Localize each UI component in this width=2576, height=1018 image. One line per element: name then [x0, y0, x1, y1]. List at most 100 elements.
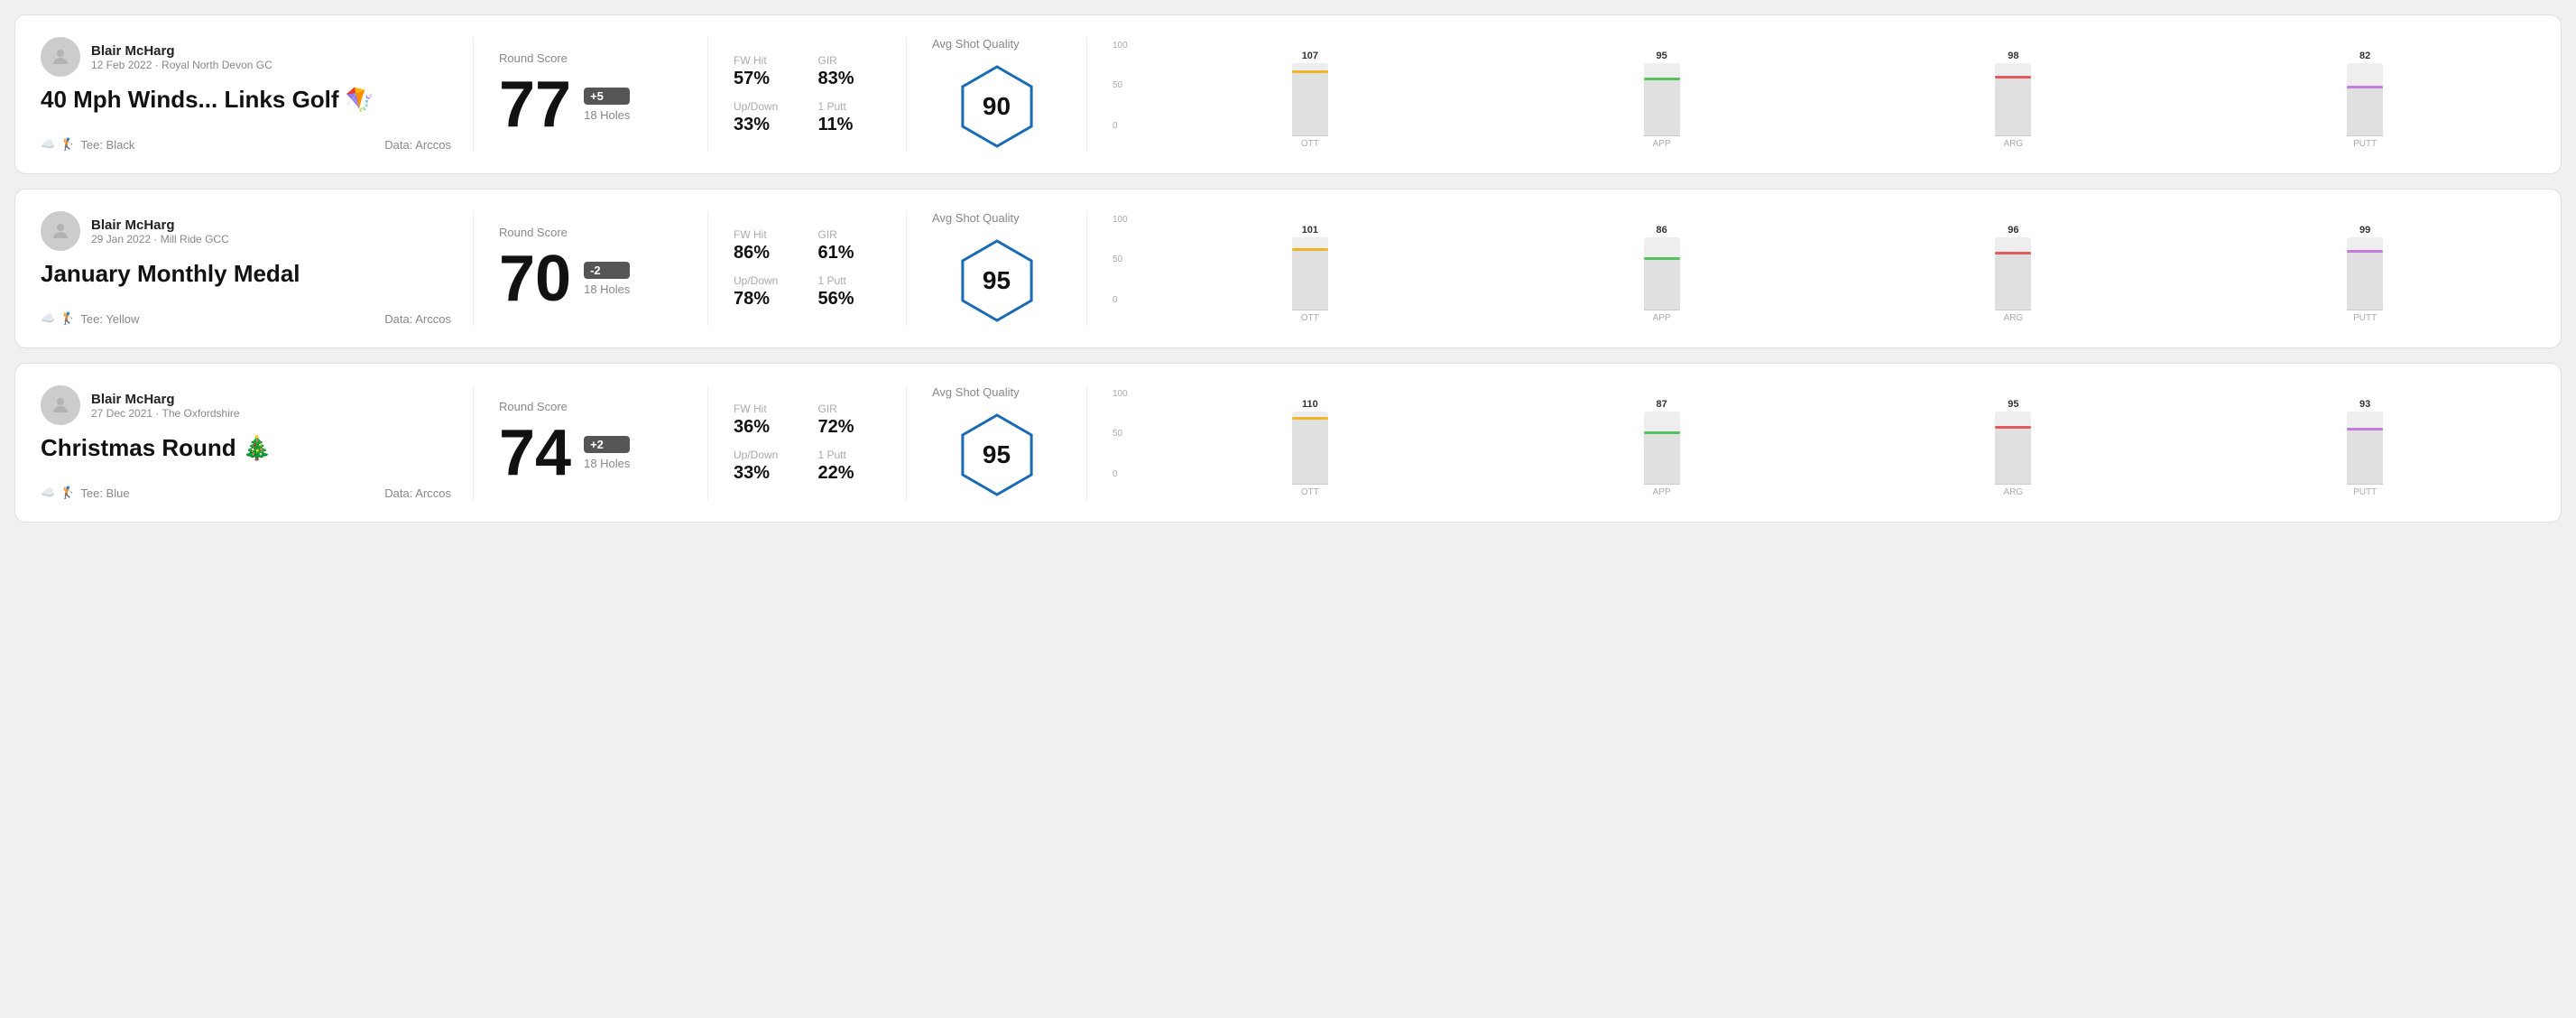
round-card: Blair McHarg 27 Dec 2021 · The Oxfordshi… [14, 363, 2562, 523]
score-badge: +5 [584, 88, 630, 105]
score-section: Round Score 77 +5 18 Holes [474, 37, 708, 152]
avatar [41, 37, 80, 77]
data-source: Data: Arccos [384, 138, 451, 152]
bar-x-label: PUTT [2353, 313, 2377, 323]
stats-grid: FW Hit 86% GIR 61% Up/Down 78% 1 Putt 56… [734, 228, 881, 310]
fw-hit-stat: FW Hit 86% [734, 228, 797, 264]
quality-label: Avg Shot Quality [932, 211, 1020, 225]
stats-section: FW Hit 57% GIR 83% Up/Down 33% 1 Putt 11… [708, 37, 907, 152]
weather-icon: ☁️ [41, 137, 55, 152]
round-title: January Monthly Medal [41, 260, 451, 288]
bag-icon: 🏌 [60, 311, 75, 326]
chart-column: 95 ARG [1843, 399, 2184, 497]
bar-x-label: APP [1653, 487, 1671, 497]
quality-label: Avg Shot Quality [932, 37, 1020, 51]
bar-x-label: APP [1653, 139, 1671, 149]
card-footer: ☁️ 🏌 Tee: Yellow Data: Arccos [41, 311, 451, 326]
fw-hit-stat: FW Hit 36% [734, 403, 797, 438]
score-row: 77 +5 18 Holes [499, 72, 682, 137]
one-putt-stat: 1 Putt 22% [818, 449, 882, 484]
bar-x-label: ARG [2004, 487, 2024, 497]
bar-value-label: 99 [2359, 225, 2370, 236]
bag-icon: 🏌 [60, 137, 75, 152]
round-score-label: Round Score [499, 51, 682, 65]
data-source: Data: Arccos [384, 312, 451, 326]
y-label-50: 50 [1113, 429, 1128, 439]
big-score: 77 [499, 72, 571, 137]
fw-hit-value: 57% [734, 69, 797, 89]
hexagon: 95 [952, 410, 1042, 500]
bag-icon: 🏌 [60, 486, 75, 500]
bar-value-label: 82 [2359, 51, 2370, 61]
chart-section: 100 50 0 101 OTT 86 APP 96 [1087, 211, 2535, 326]
user-name: Blair McHarg [91, 43, 272, 59]
round-title: Christmas Round 🎄 [41, 434, 451, 462]
fw-hit-label: FW Hit [734, 403, 797, 415]
hexagon-container: 90 [932, 61, 1061, 152]
quality-section: Avg Shot Quality 95 [907, 385, 1087, 500]
y-label-100: 100 [1113, 215, 1128, 225]
user-row: Blair McHarg 29 Jan 2022 · Mill Ride GCC [41, 211, 451, 251]
one-putt-value: 22% [818, 463, 882, 484]
user-name: Blair McHarg [91, 217, 229, 233]
score-section: Round Score 74 +2 18 Holes [474, 385, 708, 500]
bar-value-label: 96 [2008, 225, 2018, 236]
hexagon-container: 95 [932, 236, 1061, 326]
chart-column: 93 PUTT [2194, 399, 2535, 497]
gir-label: GIR [818, 403, 882, 415]
quality-score: 95 [983, 440, 1011, 469]
updown-stat: Up/Down 78% [734, 274, 797, 310]
bar-x-label: OTT [1301, 487, 1319, 497]
score-badge: -2 [584, 262, 630, 279]
tee-info: ☁️ 🏌 Tee: Yellow [41, 311, 139, 326]
score-row: 74 +2 18 Holes [499, 421, 682, 486]
tee-label: Tee: Blue [80, 486, 129, 500]
fw-hit-label: FW Hit [734, 228, 797, 241]
gir-label: GIR [818, 54, 882, 67]
bar-x-label: APP [1653, 313, 1671, 323]
gir-stat: GIR 61% [818, 228, 882, 264]
y-label-50: 50 [1113, 255, 1128, 264]
chart-column: 95 APP [1491, 51, 1833, 149]
bar-value-label: 107 [1302, 51, 1318, 61]
round-score-label: Round Score [499, 400, 682, 413]
bar-x-label: PUTT [2353, 139, 2377, 149]
gir-value: 83% [818, 69, 882, 89]
user-info: Blair McHarg 29 Jan 2022 · Mill Ride GCC [91, 217, 229, 245]
card-left: Blair McHarg 29 Jan 2022 · Mill Ride GCC… [41, 211, 474, 326]
y-label-50: 50 [1113, 80, 1128, 90]
round-card: Blair McHarg 29 Jan 2022 · Mill Ride GCC… [14, 189, 2562, 348]
stats-section: FW Hit 36% GIR 72% Up/Down 33% 1 Putt 22… [708, 385, 907, 500]
weather-icon: ☁️ [41, 311, 55, 326]
bar-value-label: 101 [1302, 225, 1318, 236]
card-left: Blair McHarg 12 Feb 2022 · Royal North D… [41, 37, 474, 152]
holes-label: 18 Holes [584, 282, 630, 296]
avatar [41, 211, 80, 251]
chart-column: 96 ARG [1843, 225, 2184, 323]
quality-section: Avg Shot Quality 95 [907, 211, 1087, 326]
tee-info: ☁️ 🏌 Tee: Blue [41, 486, 130, 500]
user-name: Blair McHarg [91, 392, 240, 407]
tee-label: Tee: Black [80, 138, 134, 152]
one-putt-value: 56% [818, 289, 882, 310]
fw-hit-label: FW Hit [734, 54, 797, 67]
score-section: Round Score 70 -2 18 Holes [474, 211, 708, 326]
quality-section: Avg Shot Quality 90 [907, 37, 1087, 152]
bar-x-label: ARG [2004, 313, 2024, 323]
bar-value-label: 93 [2359, 399, 2370, 410]
y-label-0: 0 [1113, 469, 1128, 479]
round-title: 40 Mph Winds... Links Golf 🪁 [41, 86, 451, 114]
user-row: Blair McHarg 12 Feb 2022 · Royal North D… [41, 37, 451, 77]
gir-stat: GIR 72% [818, 403, 882, 438]
chart-column: 107 OTT [1140, 51, 1481, 149]
one-putt-label: 1 Putt [818, 100, 882, 113]
one-putt-label: 1 Putt [818, 274, 882, 287]
bar-x-label: PUTT [2353, 487, 2377, 497]
user-meta: 29 Jan 2022 · Mill Ride GCC [91, 233, 229, 245]
chart-column: 101 OTT [1140, 225, 1481, 323]
chart-column: 98 ARG [1843, 51, 2184, 149]
bar-value-label: 87 [1657, 399, 1667, 410]
bar-x-label: OTT [1301, 313, 1319, 323]
bar-x-label: OTT [1301, 139, 1319, 149]
stats-grid: FW Hit 57% GIR 83% Up/Down 33% 1 Putt 11… [734, 54, 881, 135]
